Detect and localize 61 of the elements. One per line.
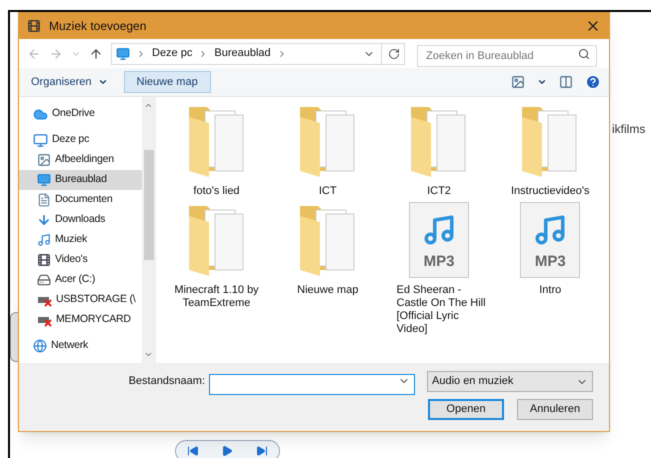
- folder-item[interactable]: Nieuwe map: [275, 202, 380, 336]
- film-icon: [37, 253, 51, 267]
- previous-icon[interactable]: [187, 445, 200, 457]
- play-icon[interactable]: [221, 445, 234, 457]
- caret-icon: [98, 77, 108, 87]
- organize-button[interactable]: Organiseren: [27, 74, 112, 90]
- download-icon: [37, 213, 51, 227]
- folder-item[interactable]: Minecraft 1.10 by TeamExtreme: [164, 202, 269, 336]
- filename-field[interactable]: [209, 374, 415, 394]
- help-icon[interactable]: [585, 74, 601, 90]
- breadcrumb-item[interactable]: Bureaublad: [214, 45, 271, 62]
- mp3-file-icon: MP3: [409, 202, 469, 278]
- window-title: Muziek toevoegen: [49, 18, 148, 35]
- view-icon[interactable]: [511, 75, 525, 89]
- preview-pane-icon[interactable]: [559, 75, 573, 89]
- drive-icon: [37, 273, 51, 287]
- music-note-icon: [37, 233, 51, 247]
- sidebar-item[interactable]: OneDrive: [19, 104, 142, 124]
- scroll-up-icon[interactable]: [144, 101, 153, 110]
- view-caret-icon[interactable]: [537, 77, 547, 87]
- file-item[interactable]: MP3 Ed Sheeran - Castle On The Hill [Official Lyric Video]: [386, 202, 492, 336]
- document-icon: [37, 193, 51, 207]
- address-bar[interactable]: Deze pc Bureaublad: [111, 42, 405, 64]
- computer-icon: [116, 46, 130, 60]
- folder-item[interactable]: foto's lied: [164, 103, 269, 198]
- sidebar-item[interactable]: Muziek: [19, 230, 142, 250]
- search-icon: [578, 48, 590, 60]
- sidebar-item[interactable]: Deze pc: [19, 130, 142, 150]
- scroll-down-icon[interactable]: [144, 350, 153, 359]
- cloud-icon: [33, 106, 48, 122]
- tab-label: ikfilms: [612, 121, 646, 138]
- next-icon[interactable]: [256, 445, 268, 457]
- desktop-icon: [37, 173, 51, 187]
- sidebar-item[interactable]: Netwerk: [19, 336, 142, 356]
- picture-icon: [37, 153, 51, 167]
- file-item[interactable]: MP3 Intro: [498, 202, 603, 336]
- cancel-button[interactable]: Annuleren: [517, 399, 593, 420]
- refresh-icon[interactable]: [388, 48, 400, 60]
- sidebar-item[interactable]: Afbeeldingen: [19, 150, 142, 170]
- sidebar-item[interactable]: Video's: [19, 250, 142, 270]
- network-icon: [33, 339, 47, 353]
- file-type-dropdown[interactable]: Audio en muziek: [427, 371, 593, 392]
- up-icon[interactable]: [89, 46, 103, 60]
- sidebar-item[interactable]: Bureaublad: [19, 170, 142, 190]
- folder-item[interactable]: ICT2: [386, 103, 492, 198]
- sidebar-item[interactable]: Acer (C:): [19, 270, 142, 290]
- mp3-file-icon: MP3: [520, 202, 580, 278]
- search-field[interactable]: Zoeken in Bureaublad: [417, 44, 597, 66]
- new-folder-button[interactable]: Nieuwe map: [124, 71, 211, 93]
- filename-label: Bestandsnaam:: [128, 374, 205, 390]
- film-icon: [27, 19, 41, 33]
- open-button[interactable]: Openen: [428, 399, 504, 420]
- folder-item[interactable]: ICT: [275, 103, 380, 198]
- folder-item[interactable]: Instructievideo's: [498, 103, 603, 198]
- sidebar-item[interactable]: Downloads: [19, 210, 142, 230]
- sidebar-item[interactable]: USBSTORAGE (\: [19, 290, 142, 310]
- sidebar-item[interactable]: Documenten: [19, 190, 142, 210]
- computer-icon: [33, 132, 48, 148]
- breadcrumb-item[interactable]: Deze pc: [152, 45, 192, 62]
- sidebar-item[interactable]: MEMORYCARD: [19, 310, 142, 330]
- scrollbar[interactable]: [142, 97, 155, 363]
